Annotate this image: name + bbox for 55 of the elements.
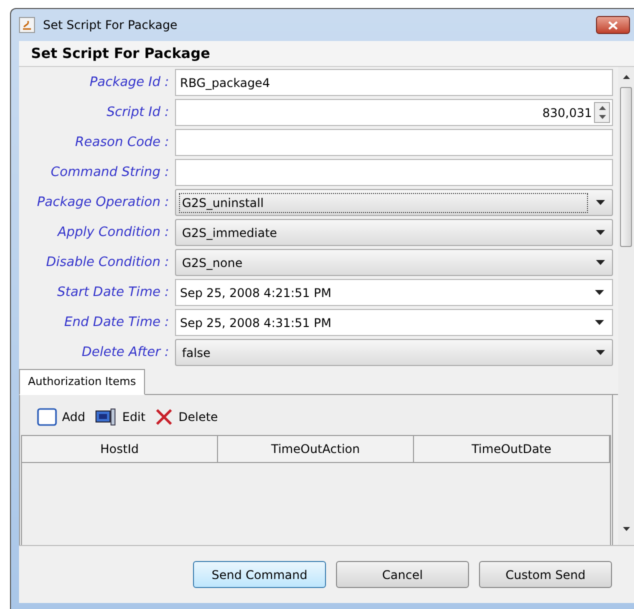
dropdown-value: G2S_immediate	[181, 224, 278, 242]
field-label: Start Date Time :	[56, 284, 170, 302]
field-label: Disable Condition :	[45, 254, 170, 272]
column-header[interactable]: TimeOutAction	[218, 436, 414, 462]
spinner-arrows-icon[interactable]	[594, 102, 610, 123]
dropdown-value: Sep 25, 2008 4:31:51 PM	[180, 314, 332, 332]
date-dropdown[interactable]: Sep 25, 2008 4:21:51 PM	[175, 279, 613, 306]
number-spinner[interactable]: 830,031	[175, 99, 613, 126]
dropdown-value: G2S_uninstall	[179, 192, 588, 212]
dialog-header: Set Script For Package	[19, 41, 634, 67]
dropdown-arrow-icon	[596, 260, 605, 265]
text-field[interactable]: RBG_package4	[175, 69, 613, 96]
toolbar-button[interactable]: Delete	[155, 408, 222, 426]
dropdown-arrow-icon	[595, 320, 604, 325]
field-label: Command String :	[50, 164, 170, 182]
dropdown-value: Sep 25, 2008 4:21:51 PM	[180, 284, 332, 302]
toolbar-button[interactable]: Edit	[95, 408, 150, 426]
dropdown-value: G2S_none	[181, 254, 244, 272]
scroll-down-icon[interactable]	[622, 527, 630, 531]
dropdown-arrow-icon	[596, 230, 605, 235]
spinner-value: 830,031	[541, 104, 592, 122]
dropdown[interactable]: G2S_uninstall	[175, 189, 613, 216]
dropdown[interactable]: false	[175, 339, 613, 366]
dialog-button[interactable]: Send Command	[193, 561, 326, 588]
app-icon	[19, 17, 35, 33]
tab[interactable]: Authorization Items	[19, 369, 145, 395]
scroll-up-icon[interactable]	[622, 75, 630, 79]
column-header[interactable]: TimeOutDate	[414, 436, 610, 462]
text-field[interactable]	[175, 129, 613, 156]
toolbar-button[interactable]: Add	[37, 408, 90, 426]
dialog-button[interactable]: Cancel	[336, 561, 469, 588]
dropdown[interactable]: G2S_none	[175, 249, 613, 276]
field-label: Package Id :	[88, 74, 170, 92]
dropdown-arrow-icon	[596, 350, 605, 355]
column-header[interactable]: HostId	[22, 436, 218, 462]
field-label: Delete After :	[80, 344, 170, 362]
field-label: Package Operation :	[36, 194, 170, 212]
monitor-icon	[95, 408, 118, 426]
close-icon	[608, 20, 618, 30]
field-label: End Date Time :	[63, 314, 170, 332]
dropdown[interactable]: G2S_immediate	[175, 219, 613, 246]
close-button[interactable]	[596, 16, 630, 34]
dialog-button[interactable]: Custom Send	[479, 561, 612, 588]
window-title: Set Script For Package	[43, 17, 178, 34]
window-icon	[37, 408, 57, 426]
delete-icon	[155, 408, 174, 426]
dropdown-value: false	[181, 344, 212, 362]
scrollbar[interactable]	[618, 67, 634, 545]
field-label: Reason Code :	[74, 134, 170, 152]
dropdown-arrow-icon	[596, 200, 605, 205]
text-field[interactable]	[175, 159, 613, 186]
date-dropdown[interactable]: Sep 25, 2008 4:31:51 PM	[175, 309, 613, 336]
field-label: Script Id :	[106, 104, 170, 122]
dropdown-arrow-icon	[595, 290, 604, 295]
field-label: Apply Condition :	[56, 224, 170, 242]
